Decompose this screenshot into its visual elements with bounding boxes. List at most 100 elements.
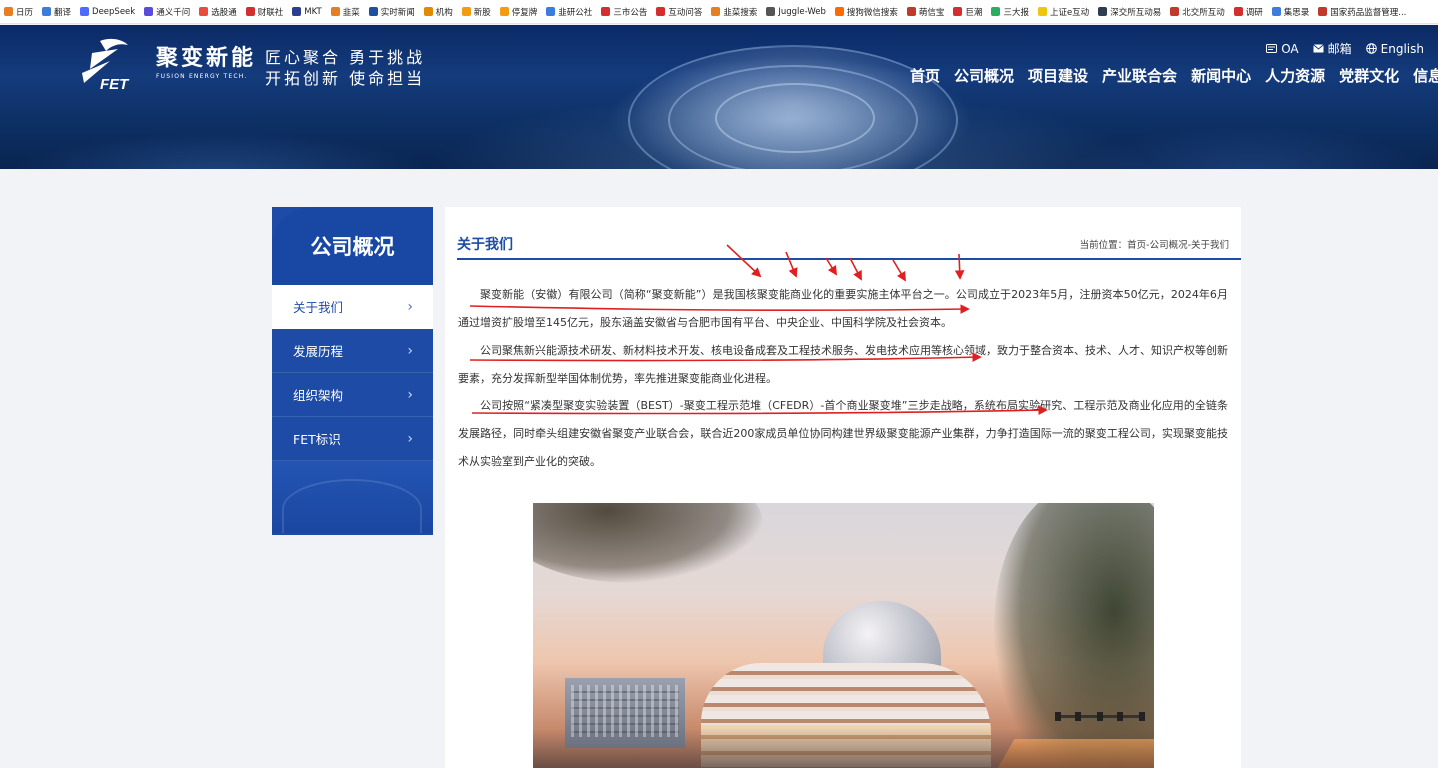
bookmark-item[interactable]: 停复牌 bbox=[499, 6, 538, 18]
bookmark-item[interactable]: DeepSeek bbox=[80, 7, 135, 17]
xuangutong-icon bbox=[199, 7, 209, 16]
bookmark-label: 三大报 bbox=[1003, 7, 1029, 18]
nav-news[interactable]: 新闻中心 bbox=[1191, 65, 1251, 86]
top-links: OA 邮箱 English bbox=[1266, 40, 1424, 57]
photo-tree-right bbox=[994, 503, 1154, 768]
bookmark-item[interactable]: 实时新闻 bbox=[368, 6, 415, 18]
bookmark-item[interactable]: 韭菜搜索 bbox=[711, 6, 757, 18]
site-logo[interactable]: FET 聚变新能 FUSION ENERGY TECH. bbox=[70, 35, 256, 93]
nav-home[interactable]: 首页 bbox=[910, 65, 940, 86]
globe-icon bbox=[1365, 43, 1377, 54]
slogan: 匠心聚合 勇于挑战 开拓创新 使命担当 bbox=[265, 47, 425, 89]
chevron-right-icon: › bbox=[407, 342, 413, 359]
bookmark-label: 新股 bbox=[473, 7, 491, 18]
photo-building-windows bbox=[571, 685, 679, 737]
sidebar-item-label: 关于我们 bbox=[293, 300, 344, 315]
bookmark-item[interactable]: 三大报 bbox=[991, 6, 1029, 18]
bookmark-item[interactable]: 韭菜 bbox=[330, 6, 360, 18]
translate-icon bbox=[42, 7, 52, 16]
bookmark-label: 巨潮 bbox=[965, 7, 983, 18]
bookmark-label: 韭菜 bbox=[342, 7, 360, 18]
sidebar-title: 公司概况 bbox=[272, 207, 433, 285]
nmpa-icon bbox=[1318, 7, 1328, 16]
bookmark-item[interactable]: 机构 bbox=[423, 6, 453, 18]
bookmark-label: 机构 bbox=[435, 7, 453, 18]
globe-icon bbox=[766, 7, 776, 16]
logo-letters: FET bbox=[100, 76, 130, 93]
bookmark-item[interactable]: 北交所互动 bbox=[1170, 6, 1225, 18]
nav-party-culture[interactable]: 党群文化 bbox=[1339, 65, 1399, 86]
bookmark-label: 韭菜搜索 bbox=[723, 7, 758, 18]
slogan-line-2: 开拓创新 使命担当 bbox=[265, 69, 426, 88]
bookmark-label: 北交所互动 bbox=[1182, 7, 1225, 18]
bookmark-item[interactable]: 巨潮 bbox=[953, 6, 982, 18]
chevron-right-icon: › bbox=[407, 298, 413, 315]
suspension-icon bbox=[499, 7, 509, 16]
bookmark-item[interactable]: 国家药品监督管理... bbox=[1318, 6, 1406, 18]
newspaper-icon bbox=[991, 7, 1001, 16]
oa-icon bbox=[1266, 44, 1278, 53]
oa-link[interactable]: OA bbox=[1266, 40, 1299, 57]
sidebar-item-fet-identity[interactable]: FET标识 › bbox=[272, 417, 433, 461]
bookmark-label: Juggle-Web bbox=[778, 6, 826, 17]
breadcrumb: 当前位置：首页-公司概况-关于我们 bbox=[1079, 240, 1229, 251]
bookmark-label: 深交所互动易 bbox=[1110, 7, 1162, 18]
photo-hall-glow bbox=[701, 725, 991, 768]
mail-label: 邮箱 bbox=[1327, 42, 1352, 56]
bookmark-label: 互动问答 bbox=[668, 7, 703, 18]
bookmark-item[interactable]: 三市公告 bbox=[601, 6, 647, 18]
bookmark-item[interactable]: 通义千问 bbox=[144, 6, 190, 18]
announcement-icon bbox=[601, 7, 611, 16]
bookmark-item[interactable]: 调研 bbox=[1233, 6, 1263, 18]
bookmark-item[interactable]: 新股 bbox=[461, 6, 491, 18]
search-icon bbox=[711, 7, 721, 16]
nav-industry-alliance[interactable]: 产业联合会 bbox=[1102, 65, 1177, 86]
brand-name-cn: 聚变新能 bbox=[156, 46, 257, 71]
bookmark-item[interactable]: 深交所互动易 bbox=[1098, 6, 1161, 18]
bookmark-item[interactable]: 互动问答 bbox=[656, 6, 702, 18]
bookmark-item[interactable]: 搜狗微信搜索 bbox=[834, 6, 898, 18]
bookmark-label: MKT bbox=[304, 6, 322, 17]
research-icon bbox=[1233, 7, 1243, 16]
bookmark-item[interactable]: 选股通 bbox=[199, 6, 237, 18]
site-header: FET 聚变新能 FUSION ENERGY TECH. 匠心聚合 勇于挑战 开… bbox=[0, 25, 1438, 169]
bookmarks-bar: 日历 翻译 DeepSeek 通义千问 选股通 财联社 MKT 韭菜 实时新闻 机构 新股 停复牌 韭研… bbox=[0, 0, 1438, 24]
bookmark-item[interactable]: 萌信宝 bbox=[906, 6, 944, 18]
institution-icon bbox=[423, 7, 433, 16]
bookmark-item[interactable]: 集思录 bbox=[1271, 6, 1309, 18]
nav-hr[interactable]: 人力资源 bbox=[1265, 65, 1325, 86]
bookmark-label: 翻译 bbox=[54, 7, 72, 18]
main-nav: 首页 公司概况 项目建设 产业联合会 新闻中心 人力资源 党群文化 信息公 bbox=[910, 65, 1438, 86]
nav-projects[interactable]: 项目建设 bbox=[1028, 65, 1088, 86]
sidebar: 公司概况 关于我们 › 发展历程 › 组织架构 › FET标识 › bbox=[272, 207, 433, 535]
mail-link[interactable]: 邮箱 bbox=[1312, 40, 1352, 57]
tongyi-icon bbox=[144, 7, 154, 16]
nav-company-overview[interactable]: 公司概况 bbox=[954, 65, 1014, 86]
bookmark-item[interactable]: 韭研公社 bbox=[546, 6, 592, 18]
jisilu-icon bbox=[1271, 7, 1281, 16]
bookmark-label: DeepSeek bbox=[92, 6, 136, 17]
bookmark-item[interactable]: 上证e互动 bbox=[1037, 6, 1089, 18]
bookmark-label: 日历 bbox=[16, 7, 34, 18]
bookmark-label: 停复牌 bbox=[511, 7, 538, 18]
bookmark-item[interactable]: 财联社 bbox=[245, 6, 283, 18]
intro-paragraph-3: 公司按照“紧凑型聚变实验装置（BEST）-聚变工程示范堆（CFEDR）-首个商业… bbox=[458, 399, 1228, 468]
sidebar-item-label: FET标识 bbox=[293, 432, 341, 447]
bookmark-item[interactable]: 翻译 bbox=[42, 6, 71, 18]
photo-tree-left bbox=[533, 503, 763, 583]
bse-icon bbox=[1170, 7, 1180, 16]
bookmark-item[interactable]: MKT bbox=[292, 6, 322, 17]
bookmark-label: 三市公告 bbox=[613, 7, 648, 18]
szse-icon bbox=[1098, 7, 1108, 16]
sidebar-item-org-structure[interactable]: 组织架构 › bbox=[272, 373, 433, 417]
mengxinbao-icon bbox=[906, 7, 916, 16]
sidebar-item-label: 组织架构 bbox=[293, 388, 344, 403]
bookmark-item[interactable]: Juggle-Web bbox=[766, 7, 826, 17]
sidebar-item-history[interactable]: 发展历程 › bbox=[272, 329, 433, 373]
bookmark-item[interactable]: 日历 bbox=[4, 6, 33, 18]
nav-info-disclosure[interactable]: 信息公 bbox=[1413, 65, 1438, 86]
english-link[interactable]: English bbox=[1365, 40, 1424, 57]
sse-icon bbox=[1037, 7, 1047, 16]
intro-paragraph-2: 公司聚焦新兴能源技术研发、新材料技术开发、核电设备成套及工程技术服务、发电技术应… bbox=[458, 344, 1228, 385]
sidebar-item-about-us[interactable]: 关于我们 › bbox=[272, 285, 433, 329]
